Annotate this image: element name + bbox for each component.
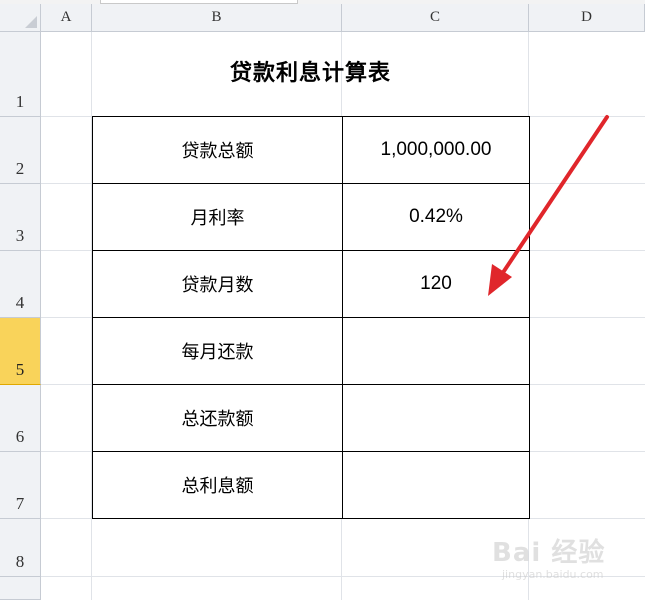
cell-b7-label[interactable]: 总利息额 bbox=[92, 451, 343, 519]
cell-c7-value[interactable] bbox=[342, 451, 530, 519]
row-header-9[interactable] bbox=[0, 577, 41, 600]
row-header-4[interactable]: 4 bbox=[0, 251, 41, 318]
row-header-6[interactable]: 6 bbox=[0, 385, 41, 452]
sheet-title[interactable]: 贷款利息计算表 bbox=[92, 56, 529, 92]
watermark-logo-text: Bai 经验 bbox=[492, 538, 606, 568]
cell-c2-value[interactable]: 1,000,000.00 bbox=[342, 116, 530, 184]
row-header-1[interactable]: 1 bbox=[0, 32, 41, 117]
cell-c5-value[interactable] bbox=[342, 317, 530, 385]
cell-b6-label[interactable]: 总还款额 bbox=[92, 384, 343, 452]
cell-b3-label[interactable]: 月利率 bbox=[92, 183, 343, 251]
row-header-8[interactable]: 8 bbox=[0, 519, 41, 577]
column-header-d[interactable]: D bbox=[529, 4, 645, 32]
watermark-url: jingyan.baidu.com bbox=[502, 568, 604, 581]
select-all-triangle-icon bbox=[25, 16, 37, 28]
column-header-c[interactable]: C bbox=[342, 4, 529, 32]
cell-c4-value[interactable]: 120 bbox=[342, 250, 530, 318]
baidu-watermark: Bai 经验 jingyan.baidu.com bbox=[492, 532, 642, 594]
row-header-5-selected[interactable]: 5 bbox=[0, 318, 41, 385]
cell-b5-label[interactable]: 每月还款 bbox=[92, 317, 343, 385]
spreadsheet: A B C D 1 2 3 4 5 6 7 8 贷款利息计算表 贷款总额 1,0… bbox=[0, 0, 645, 600]
row-header-7[interactable]: 7 bbox=[0, 452, 41, 519]
cell-b2-label[interactable]: 贷款总额 bbox=[92, 116, 343, 184]
cell-c6-value[interactable] bbox=[342, 384, 530, 452]
select-all-button[interactable] bbox=[0, 4, 41, 32]
cell-b4-label[interactable]: 贷款月数 bbox=[92, 250, 343, 318]
row-header-2[interactable]: 2 bbox=[0, 117, 41, 184]
column-header-b[interactable]: B bbox=[92, 4, 342, 32]
column-header-a[interactable]: A bbox=[41, 4, 92, 32]
cell-c3-value[interactable]: 0.42% bbox=[342, 183, 530, 251]
row-header-3[interactable]: 3 bbox=[0, 184, 41, 251]
